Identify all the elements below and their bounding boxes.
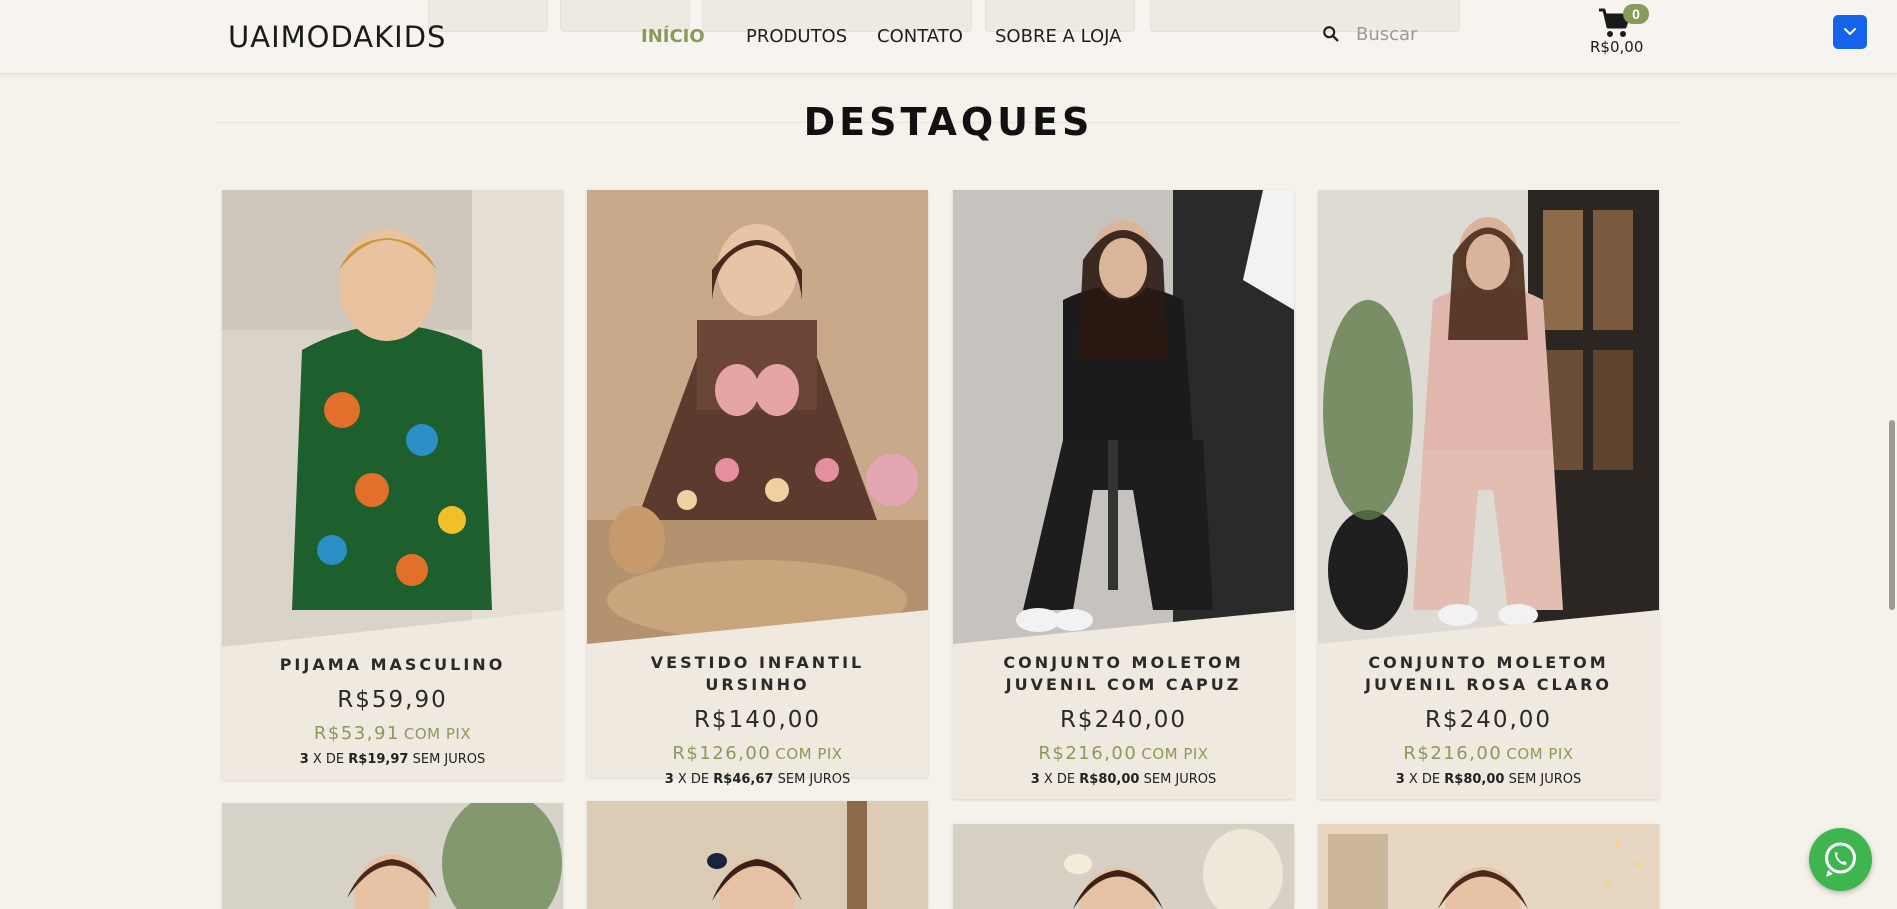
product-image[interactable] bbox=[1318, 190, 1659, 644]
product-pix-price: R$53,91 COM PIX bbox=[313, 723, 472, 744]
product-installments: 3 X DE R$19,97 SEM JUROS bbox=[299, 752, 486, 767]
product-image[interactable] bbox=[1318, 824, 1659, 909]
product-info: CONJUNTO MOLETOM JUVENIL ROSA CLARO R$24… bbox=[1318, 652, 1659, 787]
product-name[interactable]: PIJAMA MASCULINO bbox=[222, 654, 563, 676]
nav-inicio[interactable]: INÍCIO bbox=[641, 26, 705, 47]
search-input[interactable] bbox=[1356, 20, 1556, 48]
site-logo[interactable]: UAIMODAKIDS bbox=[228, 20, 446, 54]
product-name[interactable]: VESTIDO INFANTIL URSINHO bbox=[587, 652, 928, 696]
product-image[interactable] bbox=[587, 190, 928, 644]
nav-produtos[interactable]: PRODUTOS bbox=[746, 26, 847, 47]
site-header: UAIMODAKIDS INÍCIO PRODUTOS CONTATO SOBR… bbox=[0, 0, 1897, 74]
product-installments: 3 X DE R$80,00 SEM JUROS bbox=[1030, 772, 1217, 787]
product-image[interactable] bbox=[953, 190, 1294, 644]
product-card[interactable]: PIJAMA MASCULINO R$59,90 R$53,91 COM PIX … bbox=[222, 190, 563, 780]
menu-toggle-button[interactable] bbox=[1833, 15, 1867, 49]
product-info: VESTIDO INFANTIL URSINHO R$140,00 R$126,… bbox=[587, 652, 928, 787]
chevron-down-icon bbox=[1844, 28, 1856, 35]
product-card[interactable]: VESTIDO INFANTIL URSINHO R$140,00 R$126,… bbox=[587, 190, 928, 787]
nav-sobre-a-loja[interactable]: SOBRE A LOJA bbox=[995, 26, 1121, 47]
product-name[interactable]: CONJUNTO MOLETOM JUVENIL ROSA CLARO bbox=[1318, 652, 1659, 696]
search-icon[interactable] bbox=[1322, 25, 1340, 43]
product-info: CONJUNTO MOLETOM JUVENIL COM CAPUZ R$240… bbox=[953, 652, 1294, 787]
product-info: PIJAMA MASCULINO R$59,90 R$53,91 COM PIX … bbox=[222, 654, 563, 767]
product-price: R$59,90 bbox=[337, 687, 448, 713]
product-card[interactable]: CONJUNTO MOLETOM JUVENIL COM CAPUZ R$240… bbox=[953, 190, 1294, 799]
cart-total: R$0,00 bbox=[1590, 38, 1644, 56]
product-installments: 3 X DE R$46,67 SEM JUROS bbox=[664, 772, 851, 787]
section-title: DESTAQUES bbox=[803, 100, 1094, 144]
product-price: R$140,00 bbox=[693, 707, 822, 733]
page-scrollbar[interactable] bbox=[1889, 420, 1895, 610]
product-card[interactable] bbox=[222, 803, 563, 909]
product-image[interactable] bbox=[222, 190, 563, 647]
product-image[interactable] bbox=[222, 803, 563, 909]
product-installments: 3 X DE R$80,00 SEM JUROS bbox=[1395, 772, 1582, 787]
nav-contato[interactable]: CONTATO bbox=[877, 26, 963, 47]
product-pix-price: R$216,00 COM PIX bbox=[1403, 743, 1574, 764]
cart-button[interactable]: 0 R$0,00 bbox=[1590, 4, 1675, 60]
product-card[interactable] bbox=[1318, 824, 1659, 909]
product-pix-price: R$216,00 COM PIX bbox=[1038, 743, 1209, 764]
whatsapp-button[interactable] bbox=[1809, 828, 1872, 891]
product-card[interactable] bbox=[953, 824, 1294, 909]
product-price: R$240,00 bbox=[1059, 707, 1188, 733]
product-pix-price: R$126,00 COM PIX bbox=[672, 743, 843, 764]
product-card[interactable] bbox=[587, 801, 928, 909]
product-image[interactable] bbox=[587, 801, 928, 909]
product-image[interactable] bbox=[953, 824, 1294, 909]
product-name[interactable]: CONJUNTO MOLETOM JUVENIL COM CAPUZ bbox=[953, 652, 1294, 696]
whatsapp-icon bbox=[1825, 842, 1856, 877]
product-price: R$240,00 bbox=[1424, 707, 1553, 733]
cart-count-badge: 0 bbox=[1623, 4, 1649, 24]
product-card[interactable]: CONJUNTO MOLETOM JUVENIL ROSA CLARO R$24… bbox=[1318, 190, 1659, 799]
